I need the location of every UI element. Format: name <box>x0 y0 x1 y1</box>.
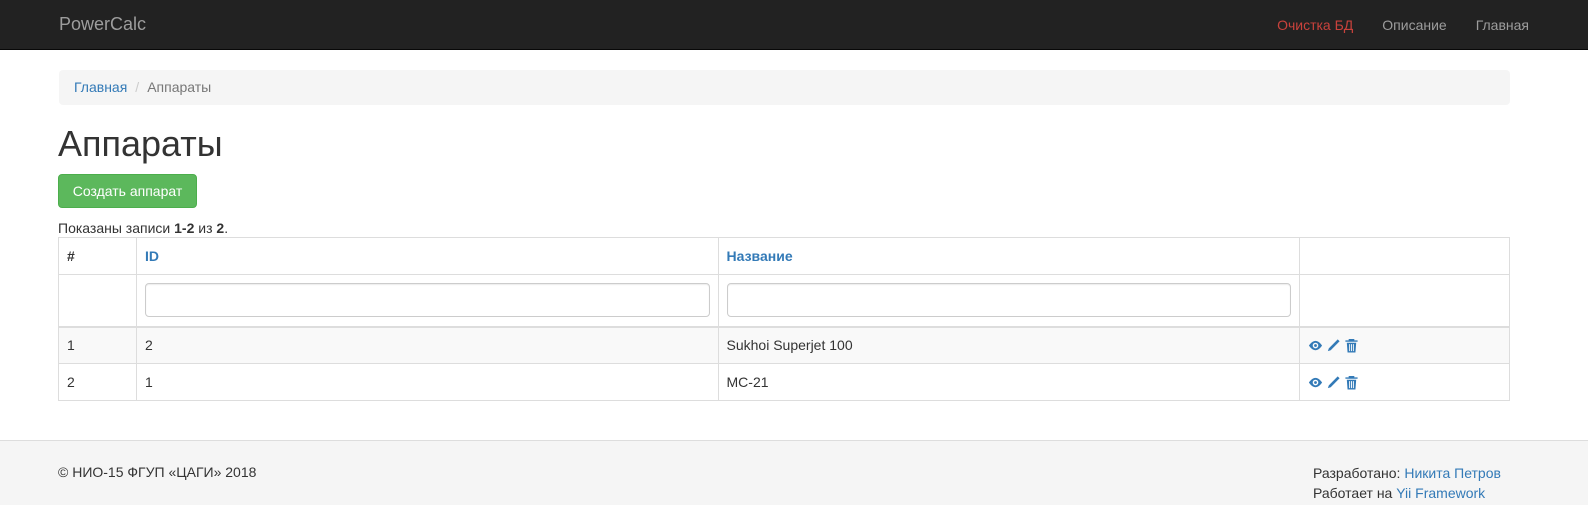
footer-copyright: © НИО-15 ФГУП «ЦАГИ» 2018 <box>58 464 257 480</box>
column-header-actions <box>1299 237 1510 275</box>
nav-item-home[interactable]: Главная <box>1447 16 1529 34</box>
grid-filter-row <box>58 274 1510 328</box>
powered-by-label: Работает на <box>1313 485 1397 501</box>
eye-icon[interactable] <box>1308 375 1323 390</box>
column-header-id: ID <box>135 237 719 275</box>
row-id: 1 <box>135 363 719 401</box>
row-actions <box>1299 326 1510 364</box>
top-navbar: PowerCalc Очистка БД Описание Главная <box>0 0 1588 50</box>
id-filter-input[interactable] <box>144 283 710 318</box>
summary-suffix: . <box>224 220 229 236</box>
column-header-name: Название <box>717 237 1301 275</box>
pencil-icon[interactable] <box>1326 338 1341 353</box>
footer-credits: Разработано: Никита Петров Работает на Y… <box>1313 463 1501 503</box>
breadcrumb-home-link[interactable]: Главная <box>74 79 127 95</box>
page-footer: © НИО-15 ФГУП «ЦАГИ» 2018 Разработано: Н… <box>0 440 1588 505</box>
trash-icon[interactable] <box>1344 375 1359 390</box>
aircraft-grid: # ID Название 1 2 Sukhoi Superjet 100 2 … <box>58 237 1510 401</box>
row-name: Sukhoi Superjet 100 <box>717 326 1301 364</box>
breadcrumb-current: Аппараты <box>147 79 212 95</box>
summary-prefix: Показаны записи <box>58 220 175 236</box>
brand-link[interactable]: PowerCalc <box>59 14 146 35</box>
grid-header-row: # ID Название <box>58 237 1510 275</box>
row-number: 1 <box>58 326 137 364</box>
breadcrumb-separator: / <box>135 79 140 95</box>
row-name: MC-21 <box>717 363 1301 401</box>
eye-icon[interactable] <box>1308 338 1323 353</box>
grid-summary: Показаны записи 1-2 из 2. <box>58 219 228 237</box>
create-aircraft-button[interactable]: Создать аппарат <box>58 174 197 208</box>
navbar-menu: Очистка БД Описание Главная <box>1248 16 1529 34</box>
filter-cell-actions <box>1299 274 1510 328</box>
table-row: 1 2 Sukhoi Superjet 100 <box>58 326 1510 364</box>
pencil-icon[interactable] <box>1326 375 1341 390</box>
summary-middle: из <box>194 220 217 236</box>
summary-range: 1-2 <box>174 220 195 236</box>
row-id: 2 <box>135 326 719 364</box>
name-filter-input[interactable] <box>726 283 1292 318</box>
framework-link[interactable]: Yii Framework <box>1396 485 1485 501</box>
filter-cell-name <box>717 274 1301 328</box>
column-header-number: # <box>58 237 137 275</box>
row-number: 2 <box>58 363 137 401</box>
filter-cell-empty <box>58 274 137 328</box>
developer-link[interactable]: Никита Петров <box>1404 465 1501 481</box>
developed-by-label: Разработано: <box>1313 465 1405 481</box>
sort-by-name-link[interactable]: Название <box>727 248 793 264</box>
breadcrumb: Главная / Аппараты <box>59 70 1510 105</box>
sort-by-id-link[interactable]: ID <box>145 248 159 264</box>
table-row: 2 1 MC-21 <box>58 363 1510 401</box>
developed-by-line: Разработано: Никита Петров <box>1313 463 1501 483</box>
trash-icon[interactable] <box>1344 338 1359 353</box>
page-title: Аппараты <box>58 123 223 164</box>
filter-cell-id <box>135 274 719 328</box>
row-actions <box>1299 363 1510 401</box>
powered-by-line: Работает на Yii Framework <box>1313 483 1501 503</box>
nav-item-description[interactable]: Описание <box>1353 16 1446 34</box>
nav-item-clear-db[interactable]: Очистка БД <box>1248 16 1353 34</box>
